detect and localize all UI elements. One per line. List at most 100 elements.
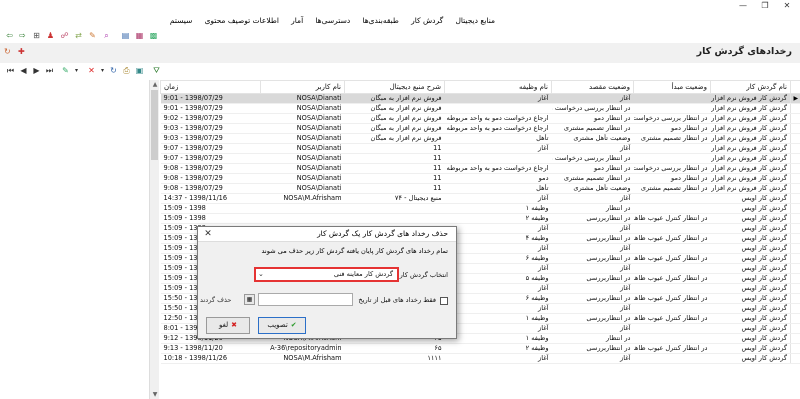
chart-icon[interactable]: ▦ bbox=[134, 30, 145, 41]
col-header-task-name[interactable]: نام وظیفه bbox=[444, 80, 552, 94]
table-row[interactable]: گردش کار اویس آغاز آغاز منبع دیجیتال - ۷۴ NO… bbox=[160, 193, 800, 204]
table-cell bbox=[633, 223, 711, 234]
cancel-button[interactable]: ✖لغو bbox=[206, 317, 250, 334]
table-row[interactable]: گردش کار اویس در انتظار کنترل عیوب ظاهر در… bbox=[160, 213, 800, 224]
table-row[interactable]: گردش کار فروش نرم افزار در انتظار تصمیم م… bbox=[160, 133, 800, 144]
scroll-up-icon[interactable]: ▲ bbox=[150, 80, 160, 89]
col-header-origin-state[interactable]: وضعیت مبدأ bbox=[633, 80, 711, 94]
forward-arrow-icon[interactable]: ⇨ bbox=[17, 30, 28, 41]
menu-digital-resources[interactable]: منابع دیجیتال bbox=[450, 13, 500, 29]
table-row[interactable]: گردش کار اویس در انتظار وظیفه ۱ 15:09 - 139… bbox=[160, 203, 800, 214]
last-record-icon[interactable]: ⏭ bbox=[44, 65, 55, 77]
table-cell: 9:08 - 1398/07/29 bbox=[160, 163, 261, 174]
delete-dropdown-icon[interactable]: ▾ bbox=[97, 65, 108, 77]
delete-record-icon[interactable]: ✕ bbox=[86, 65, 97, 77]
menu-access[interactable]: دسترسی‌ها bbox=[310, 13, 355, 29]
date-input[interactable] bbox=[258, 293, 353, 306]
search-user-icon[interactable]: ⌕ bbox=[101, 30, 112, 41]
refresh-icon[interactable]: ↻ bbox=[108, 65, 119, 77]
table-row[interactable]: گردش کار اویس در انتظار کنترل عیوب ظاهر در… bbox=[160, 343, 800, 354]
menu-content-description[interactable]: اطلاعات توصیف محتوی bbox=[200, 13, 284, 29]
row-indicator[interactable] bbox=[790, 113, 800, 124]
col-header-resource-description[interactable]: شرح منبع دیجیتال bbox=[344, 80, 445, 94]
row-indicator[interactable] bbox=[790, 143, 800, 154]
page-refresh-icon[interactable]: ↻ bbox=[4, 47, 11, 56]
menu-system[interactable]: سیستم bbox=[165, 13, 198, 29]
row-indicator[interactable] bbox=[790, 353, 800, 364]
filter-icon[interactable]: ⛛ bbox=[151, 65, 162, 77]
row-indicator[interactable]: ▶ bbox=[790, 93, 800, 104]
scroll-down-icon[interactable]: ▼ bbox=[150, 390, 160, 399]
row-indicator[interactable] bbox=[790, 293, 800, 304]
edit-dropdown-icon[interactable]: ▾ bbox=[71, 65, 82, 77]
workflow-select[interactable]: گردش کار معاینه فنی ⌄ bbox=[254, 267, 399, 282]
row-indicator[interactable] bbox=[790, 223, 800, 234]
edit-icon[interactable]: ✎ bbox=[87, 30, 98, 41]
table-row[interactable]: گردش کار فروش نرم افزار در انتظار بررسی د… bbox=[160, 103, 800, 114]
report-icon[interactable]: ▤ bbox=[120, 30, 131, 41]
vertical-scrollbar[interactable]: ▲ ▼ bbox=[149, 80, 159, 399]
table-row[interactable]: گردش کار فروش نرم افزار در انتظار بررسی د… bbox=[160, 163, 800, 174]
row-indicator[interactable] bbox=[790, 263, 800, 274]
restore-icon[interactable]: ❐ bbox=[758, 1, 772, 11]
row-indicator[interactable] bbox=[790, 243, 800, 254]
row-indicator[interactable] bbox=[790, 303, 800, 314]
scroll-thumb[interactable] bbox=[151, 90, 158, 160]
table-row[interactable]: گردش کار فروش نرم افزار در انتظار تصمیم م… bbox=[160, 183, 800, 194]
dialog-close-icon[interactable]: ✕ bbox=[202, 228, 214, 240]
transfer-icon[interactable]: ⇄ bbox=[73, 30, 84, 41]
row-indicator[interactable] bbox=[790, 283, 800, 294]
row-indicator[interactable] bbox=[790, 213, 800, 224]
tree-icon[interactable]: ⊞ bbox=[31, 30, 42, 41]
edit-record-icon[interactable]: ✎ bbox=[60, 65, 71, 77]
row-indicator[interactable] bbox=[790, 123, 800, 134]
table-row[interactable]: گردش کار اویس آغاز آغاز ۱۱۱۱ NOSA\M.Afrisham… bbox=[160, 353, 800, 364]
row-indicator[interactable] bbox=[790, 233, 800, 244]
table-row[interactable]: گردش کار فروش نرم افزار در انتظار بررسی د… bbox=[160, 113, 800, 124]
col-header-workflow-name[interactable]: نام گردش کار bbox=[710, 80, 791, 94]
table-row[interactable]: گردش کار فروش نرم افزار در انتظار دمو در ا… bbox=[160, 123, 800, 134]
row-indicator[interactable] bbox=[790, 173, 800, 184]
table-row[interactable]: گردش کار فروش نرم افزار در انتظار بررسی د… bbox=[160, 153, 800, 164]
col-header-user-name[interactable]: نام کاربر bbox=[260, 80, 345, 94]
row-indicator[interactable] bbox=[790, 333, 800, 344]
table-row[interactable]: گردش کار فروش نرم افزار در انتظار دمو در ا… bbox=[160, 173, 800, 184]
export-icon[interactable]: ▣ bbox=[134, 65, 145, 77]
row-indicator[interactable] bbox=[790, 133, 800, 144]
group-icon[interactable]: ☍ bbox=[59, 30, 70, 41]
prev-record-icon[interactable]: ◀ bbox=[18, 65, 29, 77]
col-header-destination-state[interactable]: وضعیت مقصد bbox=[551, 80, 634, 94]
minimize-icon[interactable]: — bbox=[736, 1, 750, 11]
row-indicator[interactable] bbox=[790, 253, 800, 264]
dialog-titlebar: حذف رخداد های گردش کار یک گردش کار ✕ bbox=[198, 227, 456, 242]
page-export-icon[interactable]: ✚ bbox=[18, 47, 25, 56]
row-indicator[interactable] bbox=[790, 323, 800, 334]
calendar-icon[interactable]: ▦ bbox=[244, 294, 255, 305]
chevron-down-icon[interactable]: ⌄ bbox=[258, 269, 264, 280]
users-icon[interactable]: ♟ bbox=[45, 30, 56, 41]
menu-workflow[interactable]: گردش کار bbox=[406, 13, 448, 29]
table-row[interactable]: ▶ گردش کار فروش نرم افزار آغاز آغاز فروش نرم… bbox=[160, 93, 800, 104]
col-header-time[interactable]: زمان bbox=[160, 80, 261, 94]
row-indicator[interactable] bbox=[790, 313, 800, 324]
row-indicator[interactable] bbox=[790, 183, 800, 194]
row-indicator[interactable] bbox=[790, 343, 800, 354]
row-indicator[interactable] bbox=[790, 103, 800, 114]
table-row[interactable]: گردش کار فروش نرم افزار آغاز آغاز 11 NOSA\Di… bbox=[160, 143, 800, 154]
row-indicator[interactable] bbox=[790, 163, 800, 174]
print-icon[interactable]: ⎙ bbox=[121, 65, 132, 77]
grid-icon[interactable]: ▩ bbox=[148, 30, 159, 41]
table-cell: در انتظار کنترل عیوب ظاهر bbox=[633, 213, 711, 224]
row-indicator[interactable] bbox=[790, 153, 800, 164]
approve-button[interactable]: ✔تصویب bbox=[258, 317, 306, 334]
first-record-icon[interactable]: ⏮ bbox=[5, 65, 16, 77]
row-indicator[interactable] bbox=[790, 203, 800, 214]
menu-classifications[interactable]: طبقه‌بندی‌ها bbox=[357, 13, 403, 29]
before-date-checkbox[interactable] bbox=[440, 297, 448, 305]
row-indicator[interactable] bbox=[790, 193, 800, 204]
close-window-icon[interactable]: ✕ bbox=[780, 1, 794, 11]
next-record-icon[interactable]: ▶ bbox=[31, 65, 42, 77]
back-arrow-icon[interactable]: ⇦ bbox=[4, 30, 15, 41]
row-indicator[interactable] bbox=[790, 273, 800, 284]
menu-stats[interactable]: آمار bbox=[286, 13, 308, 29]
